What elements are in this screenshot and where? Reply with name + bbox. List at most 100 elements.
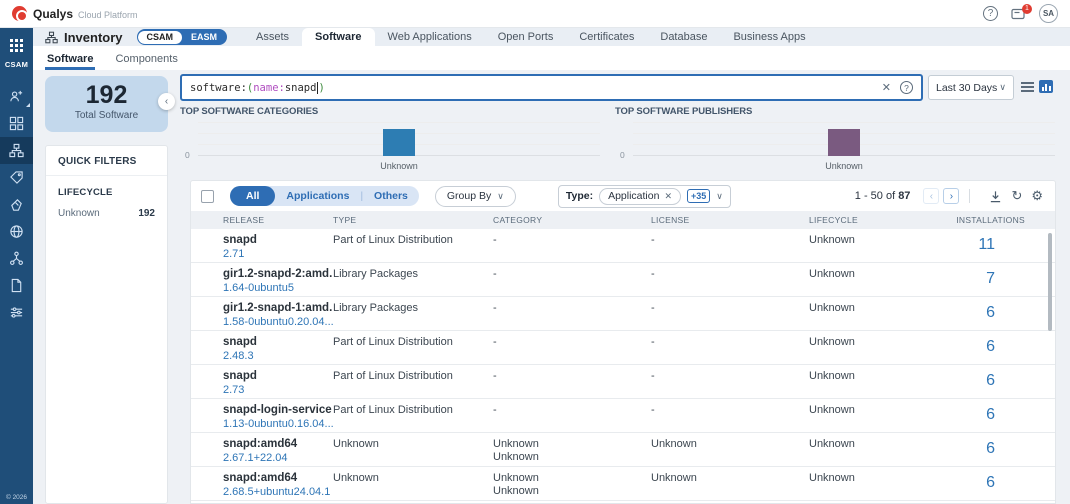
app-launcher-icon[interactable] xyxy=(0,32,33,59)
quick-filters-panel: QUICK FILTERS LIFECYCLE Unknown 192 xyxy=(45,145,168,504)
software-license: - xyxy=(651,336,655,348)
sidebar-item-dashboard-icon[interactable] xyxy=(0,110,33,137)
sidebar-item-tags-icon[interactable] xyxy=(0,164,33,191)
clear-search-icon[interactable]: ✕ xyxy=(882,81,891,94)
search-help-icon[interactable]: ? xyxy=(900,81,913,94)
more-filters-chip[interactable]: +35 xyxy=(687,189,711,203)
table-row[interactable]: snapd 2.71 Part of Linux Distribution - -… xyxy=(191,229,1055,263)
installations-count-link[interactable]: 6 xyxy=(986,475,995,490)
installations-count-link[interactable]: 6 xyxy=(986,339,995,354)
sidebar-item-network-icon[interactable] xyxy=(0,218,33,245)
subtab-components[interactable]: Components xyxy=(113,53,179,70)
chevron-down-icon[interactable]: ∨ xyxy=(716,191,723,202)
installations-count-link[interactable]: 6 xyxy=(986,441,995,456)
table-scrollbar[interactable] xyxy=(1048,233,1052,331)
help-icon[interactable]: ? xyxy=(983,6,998,21)
software-version-link[interactable]: 2.68.5+ubuntu24.04.1 xyxy=(223,486,333,499)
group-by-dropdown[interactable]: Group By ∨ xyxy=(434,185,516,207)
collapse-panel-button[interactable]: ‹ xyxy=(158,93,175,110)
toggle-csam[interactable]: CSAM xyxy=(137,30,183,44)
sidebar-item-settings-icon[interactable] xyxy=(0,299,33,326)
date-range-dropdown[interactable]: Last 30 Days ∨ xyxy=(928,75,1014,100)
toggle-easm[interactable]: EASM xyxy=(182,32,226,42)
select-all-checkbox[interactable] xyxy=(201,189,214,203)
table-row[interactable]: snapd 2.48.3 Part of Linux Distribution -… xyxy=(191,331,1055,365)
segment-others[interactable]: Others xyxy=(363,186,419,206)
list-view-icon[interactable] xyxy=(1021,82,1034,92)
type-filter-chip[interactable]: Application ✕ xyxy=(599,187,681,205)
table-row[interactable]: gir1.2-snapd-2:amd... 1.64-0ubuntu5 Libra… xyxy=(191,263,1055,297)
software-version-link[interactable]: 1.13-0ubuntu0.16.04... xyxy=(223,418,333,431)
table-row[interactable]: gir1.2-snapd-1:amd... 1.58-0ubuntu0.20.04… xyxy=(191,297,1055,331)
download-icon[interactable] xyxy=(989,190,1002,203)
software-license: Unknown xyxy=(651,472,697,484)
sidebar-item-hierarchy-icon[interactable] xyxy=(0,245,33,272)
y-axis-tick: 0 xyxy=(620,150,625,160)
column-header-category[interactable]: CATEGORY xyxy=(493,215,651,225)
chart-title: TOP SOFTWARE PUBLISHERS xyxy=(615,106,753,117)
chart-view-icon[interactable] xyxy=(1039,80,1053,93)
tab-certificates[interactable]: Certificates xyxy=(566,28,647,46)
segment-all[interactable]: All xyxy=(230,186,276,206)
column-header-type[interactable]: TYPE xyxy=(333,215,493,225)
segment-applications[interactable]: Applications xyxy=(275,186,360,206)
software-version-link[interactable]: 2.67.1+22.04 xyxy=(223,452,333,465)
software-version-link[interactable]: 2.73 xyxy=(223,384,333,397)
software-category: - xyxy=(493,404,497,416)
next-page-button[interactable]: › xyxy=(943,188,960,204)
software-version-link[interactable]: 1.64-0ubuntu5 xyxy=(223,282,333,295)
csam-easm-toggle[interactable]: CSAM EASM xyxy=(136,29,228,45)
prev-page-button[interactable]: ‹ xyxy=(923,188,940,204)
tab-web-applications[interactable]: Web Applications xyxy=(375,28,485,46)
filter-count: 192 xyxy=(138,208,155,219)
total-software-label: Total Software xyxy=(74,110,139,121)
column-header-license[interactable]: LICENSE xyxy=(651,215,809,225)
gear-icon[interactable]: ⚙ xyxy=(1031,188,1043,204)
table-row[interactable]: snapd:amd64 2.67.1+22.04 Unknown Unknown U… xyxy=(191,433,1055,467)
installations-count-link[interactable]: 7 xyxy=(986,271,995,286)
tab-database[interactable]: Database xyxy=(647,28,720,46)
total-software-count: 192 xyxy=(85,81,128,109)
sidebar-item-response-icon[interactable] xyxy=(0,191,33,218)
column-header-lifecycle[interactable]: LIFECYCLE xyxy=(809,215,949,225)
software-license: - xyxy=(651,268,655,280)
refresh-icon[interactable]: ↻ xyxy=(1011,188,1022,204)
user-avatar[interactable]: SA xyxy=(1039,4,1058,23)
installations-count-link[interactable]: 11 xyxy=(978,237,995,252)
software-version-link[interactable]: 2.71 xyxy=(223,248,333,261)
remove-filter-icon[interactable]: ✕ xyxy=(664,191,672,202)
table-row[interactable]: snapd-login-service 1.13-0ubuntu0.16.04..… xyxy=(191,399,1055,433)
software-name: snapd:amd64 xyxy=(223,438,298,450)
table-row[interactable]: snapd 2.73 Part of Linux Distribution - -… xyxy=(191,365,1055,399)
installations-cell: 6 xyxy=(949,331,1025,364)
sidebar-item-inventory-icon[interactable] xyxy=(0,137,33,164)
table-row[interactable]: snapd:amd64 2.68.5+ubuntu24.04.1 Unknown … xyxy=(191,467,1055,501)
expand-corner xyxy=(26,103,30,107)
pagination-total: 87 xyxy=(898,190,911,202)
software-name: gir1.2-snapd-2:amd... xyxy=(223,268,333,280)
sidebar-item-reports-icon[interactable] xyxy=(0,272,33,299)
software-version-link[interactable]: 1.58-0ubuntu0.20.04... xyxy=(223,316,333,329)
tab-assets[interactable]: Assets xyxy=(243,28,302,46)
sidebar-item-assets-icon[interactable] xyxy=(0,83,33,110)
tab-business-apps[interactable]: Business Apps xyxy=(720,28,818,46)
column-header-installations[interactable]: INSTALLATIONS xyxy=(949,215,1025,225)
installations-count-link[interactable]: 6 xyxy=(986,373,995,388)
subtab-software[interactable]: Software xyxy=(45,53,96,70)
software-category: Unknown Unknown xyxy=(493,472,539,497)
pagination-info: 1 - 50 of 87 xyxy=(854,190,911,202)
installations-count-link[interactable]: 6 xyxy=(986,305,995,320)
software-version-link[interactable]: 2.48.3 xyxy=(223,350,333,363)
tab-open-ports[interactable]: Open Ports xyxy=(485,28,567,46)
module-header: Inventory CSAM EASM Assets Software Web … xyxy=(33,28,1070,46)
query-close-paren: ) xyxy=(318,81,325,94)
search-input[interactable]: software:(name: snapd) ✕ ? xyxy=(180,74,923,101)
chart-bar[interactable] xyxy=(383,129,415,156)
tab-software[interactable]: Software xyxy=(302,28,375,46)
column-header-release[interactable]: RELEASE xyxy=(223,215,333,225)
installations-count-link[interactable]: 6 xyxy=(986,407,995,422)
filter-item-unknown[interactable]: Unknown 192 xyxy=(46,206,167,221)
chart-bar[interactable] xyxy=(828,129,860,156)
notifications-icon[interactable]: 1 xyxy=(1011,3,1032,20)
software-type: Unknown xyxy=(333,438,379,450)
